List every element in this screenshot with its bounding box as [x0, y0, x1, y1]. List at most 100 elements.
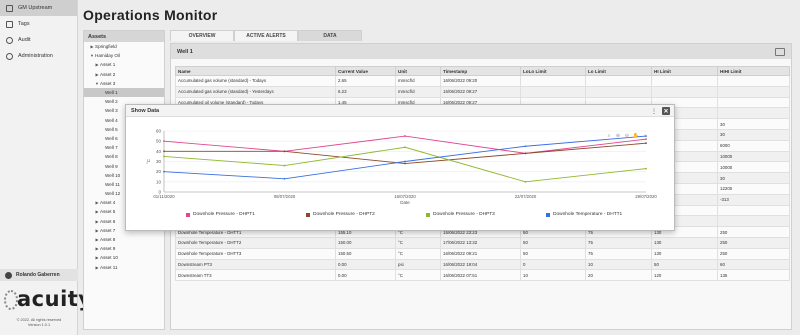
data-point — [283, 164, 286, 167]
table-cell: 75 — [585, 247, 652, 260]
tab-overview[interactable]: OVERVIEW — [170, 30, 234, 41]
table-cell — [717, 215, 790, 228]
table-cell: 16/06/2022 09:20 — [440, 75, 521, 87]
table-row[interactable]: Downhole Temperature - DHTT3 150.50 °C 16/0… — [175, 247, 790, 260]
tree-item-label: Well 5 — [105, 126, 118, 132]
tree-item[interactable]: ▶ Springfield — [84, 42, 164, 51]
table-cell — [651, 75, 718, 87]
tree-item[interactable]: ▶ Asset 8 — [84, 235, 164, 244]
nav-item-gm-upstream[interactable]: GM Upstream — [0, 0, 77, 16]
table-cell: -313 — [717, 193, 790, 206]
column-header[interactable]: LoLo Limit — [520, 66, 586, 76]
page-title: Operations Monitor — [83, 7, 218, 23]
tree-item[interactable]: ▼ Hamiday Oil — [84, 51, 164, 60]
table-cell: 75 — [585, 236, 652, 249]
table-cell: 50 — [520, 247, 586, 260]
legend-item[interactable]: Downhole Pressure - DHPT1 — [186, 212, 306, 217]
nav-item-audit[interactable]: Audit — [0, 32, 77, 48]
table-cell — [717, 85, 790, 98]
table-cell: 120 — [651, 269, 718, 282]
legend-swatch — [186, 212, 190, 217]
series-line-2 — [164, 142, 647, 164]
chart-view-icon[interactable] — [775, 48, 785, 56]
column-header[interactable]: Current Value — [335, 66, 396, 76]
column-header[interactable]: Timestamp — [440, 66, 521, 76]
logo-mark-icon — [4, 290, 18, 310]
data-point — [404, 160, 406, 163]
x-tick-label: 29/07/2020 — [635, 194, 657, 199]
legend-item[interactable]: Downhole Pressure - DHPT2 — [306, 212, 426, 217]
y-axis-label: °C — [146, 158, 151, 164]
table-cell: 150.00 — [335, 236, 396, 249]
table-cell: 250 — [717, 226, 790, 238]
tab-active-alerts[interactable]: ACTIVE ALERTS — [234, 30, 298, 41]
data-point — [645, 142, 647, 145]
logo-text: acuity — [17, 287, 93, 311]
zoom-in-icon[interactable]: ⊕ — [615, 133, 621, 139]
tree-item[interactable]: Well 1 — [84, 87, 164, 98]
column-header[interactable]: HI Limit — [651, 66, 718, 76]
table-cell — [520, 85, 586, 98]
data-point — [163, 170, 165, 173]
pan-icon[interactable]: ✋ — [633, 133, 639, 139]
data-point — [524, 180, 527, 183]
tree-item[interactable]: ▶ Asset 10 — [84, 253, 164, 262]
tree-item[interactable]: ▼ Asset 3 — [84, 79, 164, 88]
tree-item[interactable]: ▶ Asset 2 — [84, 70, 164, 79]
nav-item-administration[interactable]: Administration — [0, 48, 77, 64]
column-header[interactable]: Unit — [395, 66, 441, 76]
table-row[interactable]: Downhole Temperature - DHTT2 150.00 °C 17/0… — [175, 236, 790, 249]
tree-item-label: Asset 1 — [100, 62, 116, 68]
table-cell: 250 — [717, 236, 790, 249]
home-icon[interactable]: ⌂ — [642, 133, 648, 139]
tree-item[interactable]: ▶ Asset 9 — [84, 244, 164, 253]
table-cell: °C — [395, 247, 441, 260]
column-header[interactable]: Lo Limit — [585, 66, 652, 76]
x-axis-label: Date — [400, 200, 410, 205]
table-cell: psi — [395, 258, 441, 271]
table-cell: 250 — [717, 247, 790, 260]
table-cell: 16/06/2022 07:51 — [440, 269, 521, 282]
table-cell: 150.50 — [335, 247, 396, 260]
history-icon — [6, 36, 13, 44]
close-icon[interactable]: ✕ — [662, 107, 670, 115]
table-cell: 16/06/2022 09:21 — [440, 247, 521, 260]
table-cell: 10000 — [717, 161, 790, 174]
legend-swatch — [426, 212, 430, 217]
zoom-out-icon[interactable]: ⊖ — [624, 133, 630, 139]
tree-item-label: Well 2 — [105, 99, 118, 105]
column-header[interactable]: Name — [175, 66, 336, 76]
data-point — [645, 167, 647, 170]
tree-item[interactable]: ▶ Asset 11 — [84, 263, 164, 272]
table-row[interactable]: Downstream PT3 0.00 psi 16/06/2022 19:04 0 10… — [175, 258, 790, 271]
table-row[interactable]: Accumulated gas volume (standard) - Toda… — [175, 75, 790, 87]
tree-item-label: Well 12 — [105, 191, 121, 197]
table-header-row: Name Current Value Unit Timestamp LoLo Limit… — [175, 66, 790, 76]
tree-item[interactable]: ▶ Asset 1 — [84, 60, 164, 69]
tree-item-label: Asset 11 — [100, 264, 118, 270]
user-icon — [5, 271, 12, 279]
data-point — [283, 150, 286, 153]
zoom-select-icon[interactable]: ⌕ — [606, 133, 612, 139]
chart-legend: Downhole Pressure - DHPT1 Downhole Pressu… — [186, 212, 666, 217]
table-cell: 16/06/2022 19:04 — [440, 258, 521, 271]
line-chart: 010203040506001/11/2020 08/07/2020 16/07/2… — [146, 129, 657, 206]
data-point — [524, 145, 527, 148]
nav-item-tags[interactable]: Tags — [0, 16, 77, 32]
kebab-menu-icon[interactable]: ⋮ — [650, 107, 658, 115]
table-row[interactable]: Accumulated gas volume (standard) - Yest… — [175, 85, 790, 98]
tab-bar: OVERVIEW ACTIVE ALERTS DATA — [170, 30, 362, 41]
user-profile[interactable]: Rolando Gaberren — [0, 269, 78, 281]
table-row[interactable]: Downstream TT3 0.00 °C 16/06/2022 07:51 10 20… — [175, 269, 790, 282]
legend-item[interactable]: Downhole Pressure - DHPT3 — [426, 212, 546, 217]
tree-item-label: Well 8 — [105, 154, 118, 160]
table-cell: 30 — [717, 172, 790, 184]
data-point — [163, 140, 165, 143]
table-cell: 2.65 — [335, 75, 396, 87]
tree-item-label: Well 4 — [105, 117, 118, 123]
tab-data[interactable]: DATA — [298, 30, 362, 41]
tree-item-label: Asset 10 — [100, 255, 118, 261]
legend-item[interactable]: Downhole Temperature - DHTT1 — [546, 212, 666, 217]
data-point — [404, 146, 406, 149]
column-header[interactable]: HIHI Limit — [717, 66, 790, 76]
